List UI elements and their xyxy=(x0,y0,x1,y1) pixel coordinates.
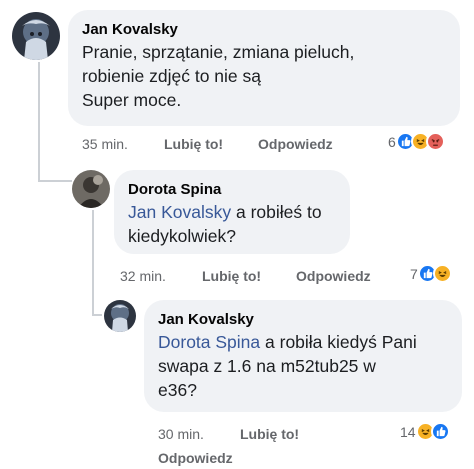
reactions-summary[interactable]: 6 xyxy=(388,132,445,151)
like-link[interactable]: Lubię to! xyxy=(164,136,223,152)
comment-author[interactable]: Jan Kovalsky xyxy=(82,20,446,40)
thread-line xyxy=(38,62,40,182)
comment-author[interactable]: Dorota Spina xyxy=(128,180,336,200)
reply-link[interactable]: Odpowiedz xyxy=(296,268,371,284)
thread-line xyxy=(92,314,102,316)
comment-author[interactable]: Jan Kovalsky xyxy=(158,310,448,330)
comment-text: Dorota Spina a robiła kiedyś Pani swapa … xyxy=(158,332,417,400)
reactions-summary[interactable]: 14 xyxy=(400,422,450,441)
reply-link[interactable]: Odpowiedz xyxy=(158,450,233,466)
comment-text: Pranie, sprzątanie, zmiana pieluch, robi… xyxy=(82,42,355,110)
comment-meta: 35 min. Lubię to! Odpowiedz xyxy=(82,136,382,156)
reaction-count: 6 xyxy=(388,133,396,150)
reply-link[interactable]: Odpowiedz xyxy=(258,136,333,152)
reaction-count: 7 xyxy=(410,265,418,282)
reactions-summary[interactable]: 7 xyxy=(410,264,452,283)
timestamp[interactable]: 32 min. xyxy=(120,268,166,284)
avatar[interactable] xyxy=(104,300,136,332)
avatar[interactable] xyxy=(72,170,110,208)
haha-icon xyxy=(432,264,452,283)
like-link[interactable]: Lubię to! xyxy=(240,426,299,442)
thread-line xyxy=(92,210,94,316)
like-icon xyxy=(430,422,450,441)
reaction-count: 14 xyxy=(400,423,416,440)
comment-meta: 32 min. Lubię to! Odpowiedz xyxy=(120,268,400,288)
comment-bubble: Dorota Spina Jan Kovalsky a robiłeś to k… xyxy=(114,170,350,254)
comment-bubble: Jan Kovalsky Dorota Spina a robiła kiedy… xyxy=(144,300,462,412)
comment-bubble: Jan Kovalsky Pranie, sprzątanie, zmiana … xyxy=(68,10,460,126)
timestamp[interactable]: 35 min. xyxy=(82,136,128,152)
mention-link[interactable]: Jan Kovalsky xyxy=(128,202,231,222)
avatar[interactable] xyxy=(12,12,60,60)
timestamp[interactable]: 30 min. xyxy=(158,426,204,442)
angry-icon xyxy=(425,132,445,151)
comment-text: Jan Kovalsky a robiłeś to kiedykolwiek? xyxy=(128,202,322,246)
mention-link[interactable]: Dorota Spina xyxy=(158,332,260,352)
comment-meta: 30 min. Lubię to! Odpowiedz xyxy=(158,426,378,468)
thread-line xyxy=(38,180,72,182)
like-link[interactable]: Lubię to! xyxy=(202,268,261,284)
